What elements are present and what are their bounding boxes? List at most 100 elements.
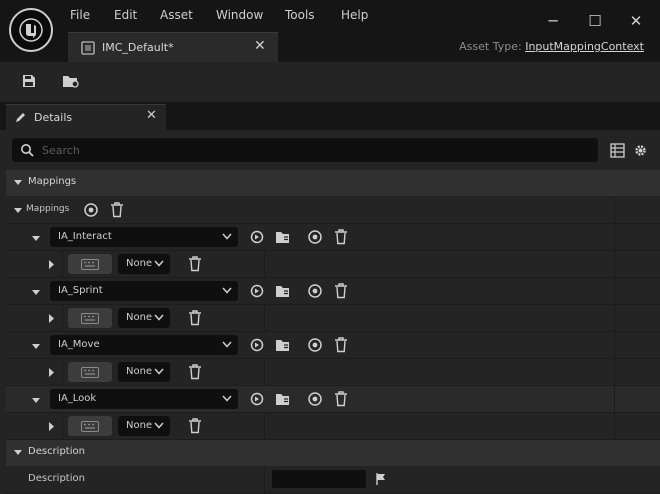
chevron-down-icon — [154, 260, 164, 267]
modifier-label: None — [126, 258, 153, 269]
asset-tab[interactable]: IMC_Default* ✕ — [68, 32, 278, 62]
description-category-header[interactable]: Description — [6, 440, 660, 466]
chevron-right-icon[interactable] — [48, 422, 55, 431]
mappings-category-header[interactable]: Mappings — [6, 170, 660, 196]
add-circle-icon[interactable] — [306, 336, 324, 354]
modifier-dropdown[interactable]: None — [118, 254, 170, 274]
description-field[interactable] — [272, 470, 366, 488]
column-divider — [264, 359, 265, 386]
modifier-dropdown[interactable]: None — [118, 416, 170, 436]
key-mapping-row: None — [6, 359, 660, 386]
key-selector-button[interactable] — [68, 362, 112, 382]
column-divider — [614, 278, 615, 305]
mapping-row: IA_Sprint — [6, 278, 660, 305]
trash-icon[interactable] — [332, 390, 350, 408]
menu-edit[interactable]: Edit — [114, 8, 137, 22]
close-details-tab-icon[interactable]: ✕ — [146, 108, 157, 123]
trash-icon[interactable] — [108, 201, 126, 219]
reset-icon[interactable] — [248, 228, 266, 246]
browse-to-asset-icon[interactable] — [62, 72, 80, 90]
reset-icon[interactable] — [248, 282, 266, 300]
trash-icon[interactable] — [332, 228, 350, 246]
chevron-down-icon — [222, 395, 232, 402]
reset-icon[interactable] — [248, 390, 266, 408]
action-label: IA_Look — [58, 393, 97, 404]
toolbar — [0, 62, 660, 102]
menu-file[interactable]: File — [70, 8, 90, 22]
modifier-dropdown[interactable]: None — [118, 308, 170, 328]
search-input[interactable] — [42, 141, 582, 159]
description-category-label: Description — [28, 446, 85, 457]
minimize-button[interactable]: ─ — [542, 10, 564, 32]
details-tab[interactable]: Details ✕ — [6, 104, 166, 130]
add-circle-icon[interactable] — [306, 282, 324, 300]
reset-icon[interactable] — [248, 336, 266, 354]
chevron-down-icon — [154, 368, 164, 375]
trash-icon[interactable] — [186, 309, 204, 327]
add-circle-icon[interactable] — [82, 201, 100, 219]
asset-type-label: Asset Type: — [459, 40, 522, 53]
modifier-dropdown[interactable]: None — [118, 362, 170, 382]
chevron-down-icon[interactable] — [14, 206, 22, 214]
trash-icon[interactable] — [332, 336, 350, 354]
table-view-icon[interactable] — [608, 141, 626, 159]
chevron-right-icon[interactable] — [48, 260, 55, 269]
asset-icon — [80, 40, 96, 56]
mapping-row: IA_Move — [6, 332, 660, 359]
action-label: IA_Interact — [58, 231, 112, 242]
column-divider — [614, 305, 615, 332]
trash-icon[interactable] — [186, 255, 204, 273]
asset-type-info: Asset Type: InputMappingContext — [459, 40, 644, 53]
trash-icon[interactable] — [186, 363, 204, 381]
chevron-down-icon[interactable] — [32, 234, 40, 242]
key-selector-button[interactable] — [68, 416, 112, 436]
action-label: IA_Sprint — [58, 285, 103, 296]
menu-help[interactable]: Help — [341, 8, 368, 22]
column-divider — [62, 305, 63, 332]
chevron-down-icon[interactable] — [32, 342, 40, 350]
trash-icon[interactable] — [332, 282, 350, 300]
action-dropdown[interactable]: IA_Move — [50, 335, 238, 355]
mappings-array-label: Mappings — [26, 204, 70, 214]
action-dropdown[interactable]: IA_Sprint — [50, 281, 238, 301]
add-circle-icon[interactable] — [306, 228, 324, 246]
action-dropdown[interactable]: IA_Interact — [50, 227, 238, 247]
action-dropdown[interactable]: IA_Look — [50, 389, 238, 409]
pencil-icon — [14, 111, 27, 124]
chevron-down-icon — [222, 287, 232, 294]
chevron-down-icon — [222, 233, 232, 240]
chevron-down-icon — [154, 422, 164, 429]
close-tab-icon[interactable]: ✕ — [254, 38, 266, 54]
modifier-label: None — [126, 312, 153, 323]
trash-icon[interactable] — [186, 417, 204, 435]
asset-type-link[interactable]: InputMappingContext — [525, 40, 644, 53]
menu-tools[interactable]: Tools — [285, 8, 315, 22]
column-divider — [614, 413, 615, 440]
column-divider — [62, 413, 63, 440]
chevron-down-icon — [222, 341, 232, 348]
folder-icon[interactable] — [274, 228, 292, 246]
chevron-down-icon[interactable] — [32, 288, 40, 296]
chevron-right-icon[interactable] — [48, 314, 55, 323]
chevron-right-icon[interactable] — [48, 368, 55, 377]
folder-icon[interactable] — [274, 390, 292, 408]
folder-icon[interactable] — [274, 282, 292, 300]
save-icon[interactable] — [20, 72, 38, 90]
flag-icon[interactable] — [372, 470, 390, 488]
menu-window[interactable]: Window — [216, 8, 263, 22]
column-divider — [614, 224, 615, 251]
key-selector-button[interactable] — [68, 308, 112, 328]
chevron-down-icon[interactable] — [32, 396, 40, 404]
column-divider — [614, 196, 615, 224]
add-circle-icon[interactable] — [306, 390, 324, 408]
details-tab-label: Details — [34, 111, 73, 124]
key-mapping-row: None — [6, 251, 660, 278]
key-selector-button[interactable] — [68, 254, 112, 274]
maximize-button[interactable]: ☐ — [584, 10, 606, 32]
key-mapping-row: None — [6, 305, 660, 332]
settings-gear-icon[interactable] — [631, 141, 649, 159]
mappings-array-row: Mappings — [6, 196, 660, 224]
folder-icon[interactable] — [274, 336, 292, 354]
close-window-button[interactable]: ✕ — [625, 10, 647, 32]
menu-asset[interactable]: Asset — [160, 8, 193, 22]
